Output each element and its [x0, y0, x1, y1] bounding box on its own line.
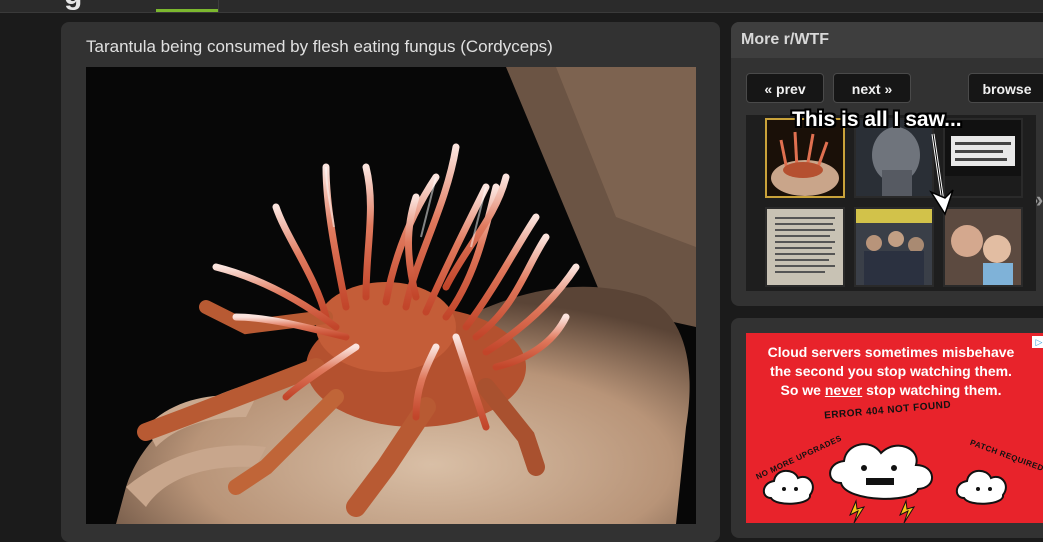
ad-line-2: the second you stop watching them.: [770, 363, 1012, 379]
browse-button[interactable]: browse: [968, 73, 1043, 103]
site-logo[interactable]: g: [64, 0, 154, 11]
ad-headline: Cloud servers sometimes misbehave the se…: [746, 343, 1036, 400]
post-card: Tarantula being consumed by flesh eating…: [61, 22, 720, 542]
ad-line-3-emphasis: never: [824, 382, 863, 398]
next-button[interactable]: next »: [833, 73, 911, 103]
top-nav-bar: [0, 0, 1043, 13]
arrow-pointer-icon: [929, 133, 954, 216]
ad-line-3-pre: So we: [780, 382, 825, 398]
ad-line-3-post: stop watching them.: [862, 382, 1002, 398]
ad-line-3: So we never stop watching them.: [746, 381, 1036, 400]
overlay-caption: This is all I saw...: [792, 108, 962, 131]
thumbnail-book-page[interactable]: [765, 207, 845, 287]
panel-header: More r/WTF: [731, 22, 1043, 58]
ad-panel: ▷ Cloud servers sometimes misbehave the …: [731, 318, 1043, 538]
ad-error-text: ERROR 404 NOT FOUND: [823, 399, 952, 422]
nav-divider: [218, 0, 219, 12]
post-image[interactable]: [86, 67, 696, 524]
tarantula-photo: [86, 67, 696, 524]
ad-cloud-illustration: [762, 443, 1007, 523]
ad-line-1: Cloud servers sometimes misbehave: [767, 344, 1015, 360]
thumbnail-gallery: [746, 115, 1036, 291]
more-subreddit-panel: More r/WTF « prev next » browse « »: [731, 22, 1043, 306]
prev-button[interactable]: « prev: [746, 73, 824, 103]
active-nav-tab[interactable]: [156, 0, 218, 12]
thumbnail-subway-crowd[interactable]: [854, 207, 934, 287]
post-title: Tarantula being consumed by flesh eating…: [86, 37, 553, 56]
advertisement-banner[interactable]: ▷ Cloud servers sometimes misbehave the …: [746, 333, 1043, 523]
thumbnail-woman-baby[interactable]: [943, 207, 1023, 287]
panel-title: More r/WTF: [741, 31, 829, 48]
